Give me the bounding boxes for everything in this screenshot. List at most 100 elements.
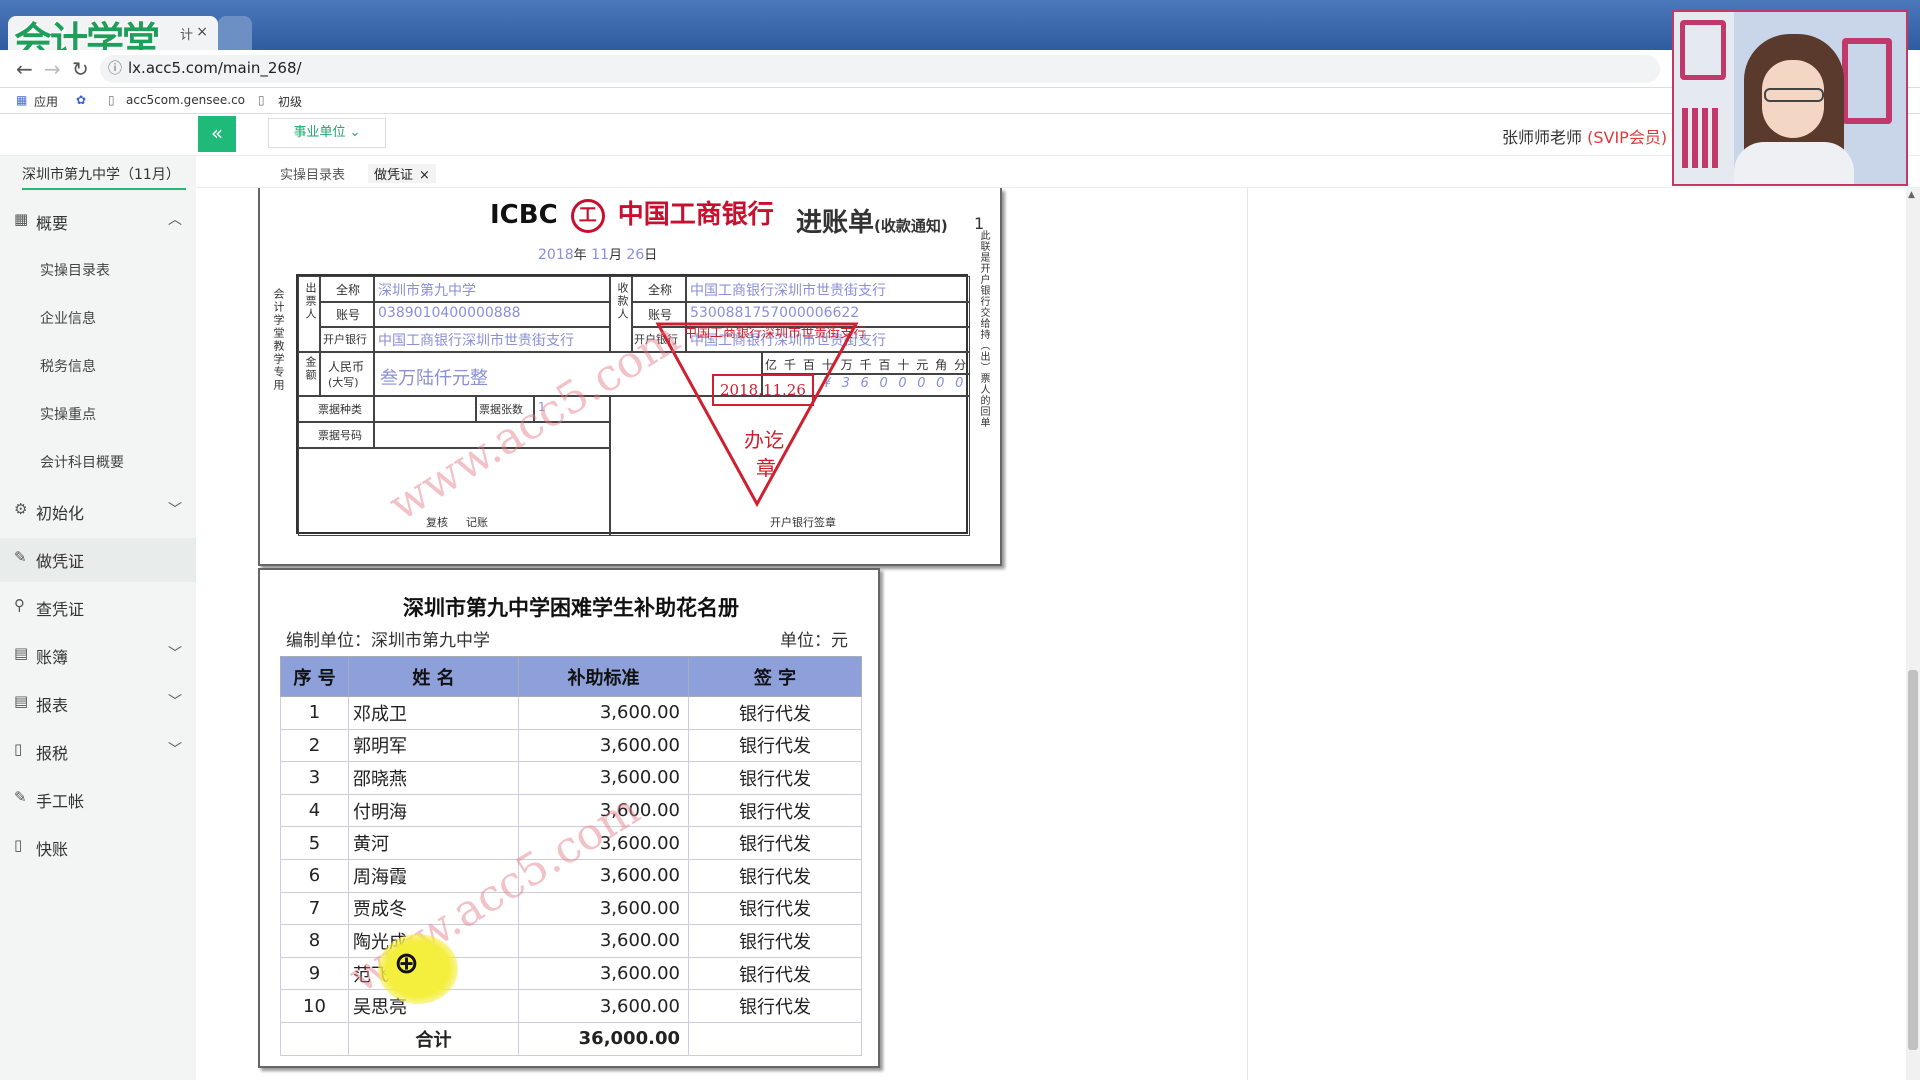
- row-no: 4: [280, 793, 349, 828]
- chevron-down-icon: ﹀: [168, 502, 182, 518]
- content-tabs: 实操目录表 做凭证 ×: [196, 156, 1920, 188]
- school-name[interactable]: 深圳市第九中学（11月）: [22, 164, 180, 184]
- table-total-row: 合计 36,000.00: [280, 1021, 862, 1056]
- record-label: 记账: [466, 516, 488, 529]
- back-icon[interactable]: ←: [16, 57, 33, 81]
- bookmark-chuji[interactable]: 初级: [278, 93, 302, 110]
- gear-icon: ⚙: [14, 500, 28, 518]
- sidebar-sub-item[interactable]: 税务信息: [40, 356, 96, 376]
- row-sign: 银行代发: [688, 924, 862, 958]
- digit-value: 0: [917, 376, 926, 391]
- row-no: 7: [280, 891, 349, 926]
- date-month: 11: [591, 247, 609, 263]
- date-day-unit: 日: [644, 248, 658, 263]
- unit-type-select[interactable]: 事业单位 ⌄: [268, 118, 386, 148]
- value-cell: [374, 396, 476, 422]
- sidebar-item-label: 手工帐: [36, 792, 85, 811]
- total-value: 36,000.00: [518, 1021, 689, 1056]
- scrollbar-thumb[interactable]: [1908, 670, 1918, 1050]
- sidebar-sub-item[interactable]: 实操重点: [40, 404, 96, 424]
- total-blank: [280, 1021, 349, 1056]
- webcam-decor: [1682, 108, 1722, 168]
- row-no: 8: [280, 924, 349, 958]
- rmb-sub-label: (大写): [328, 376, 359, 389]
- row-standard: 3,600.00: [518, 924, 689, 958]
- row-sign: 银行代发: [688, 989, 862, 1023]
- bank-seal-label: 开户银行签章: [770, 516, 836, 529]
- user-name: 张师师老师: [1502, 128, 1583, 147]
- sidebar-item-label: 报税: [36, 744, 69, 763]
- sidebar-sub-item[interactable]: 会计科目概要: [40, 452, 124, 472]
- sidebar-item-manual[interactable]: ✎ 手工帐: [0, 778, 196, 822]
- right-vertical-note: 此联是开户银行交给持（出）票人的回单: [978, 230, 989, 428]
- sidebar-item-reports[interactable]: ▤ 报表 ﹀: [0, 682, 196, 726]
- roster-org: 编制单位：深圳市第九中学: [286, 631, 490, 651]
- amount-label: 金额: [304, 356, 317, 382]
- bank-header: ICBC 工 中国工商银行: [490, 194, 774, 233]
- sidebar-sub-item[interactable]: 实操目录表: [40, 260, 110, 280]
- sidebar-sub-item[interactable]: 企业信息: [40, 308, 96, 328]
- pen-icon: ✎: [14, 548, 27, 566]
- tab-fragment: 计: [180, 28, 194, 43]
- book-icon: ▤: [14, 644, 29, 662]
- sidebar-item-make-voucher[interactable]: ✎ 做凭证: [0, 538, 196, 582]
- row-sign: 银行代发: [688, 793, 862, 828]
- forward-icon[interactable]: →: [44, 57, 61, 81]
- url-field[interactable]: ⓘ lx.acc5.com/main_268/: [100, 55, 1660, 83]
- webcam-decor: [1680, 20, 1726, 80]
- baidu-paw-icon[interactable]: ✿: [76, 93, 86, 107]
- webcam-overlay: [1672, 10, 1908, 186]
- col-header-no: 序 号: [280, 656, 349, 697]
- file-icon: ▯: [14, 740, 23, 758]
- close-icon[interactable]: ×: [419, 168, 430, 183]
- collapse-sidebar-button[interactable]: «: [198, 116, 236, 152]
- sidebar-item-tax[interactable]: ▯ 报税 ﹀: [0, 730, 196, 774]
- sidebar-item-quick[interactable]: ▯ 快账: [0, 826, 196, 870]
- icbc-logo-icon: 工: [570, 198, 605, 233]
- digit-value: 0: [936, 376, 945, 391]
- roster-title: 深圳市第九中学困难学生补助花名册: [403, 596, 739, 620]
- search-icon: ⚲: [14, 596, 25, 614]
- digit-header: 十: [897, 358, 910, 372]
- address-bar: ← → ↻ ⓘ lx.acc5.com/main_268/: [0, 50, 1920, 88]
- bookmarks-bar: ▦ 应用 ✿ ▯ acc5com.gensee.co ▯ 初级: [0, 88, 1920, 114]
- sidebar: 深圳市第九中学（11月） ▦ 概要 ︿ 实操目录表 企业信息 税务信息 实操重点…: [0, 156, 196, 1080]
- scrollbar[interactable]: ▲: [1906, 188, 1920, 1080]
- user-info[interactable]: 张师师老师 (SVIP会员): [1502, 124, 1667, 148]
- new-tab-button[interactable]: [218, 16, 252, 50]
- presenter-body: [1734, 142, 1854, 184]
- scroll-up-icon[interactable]: ▲: [1908, 190, 1915, 200]
- row-no: 6: [280, 858, 349, 893]
- slip-title-main: 进账单: [796, 208, 875, 238]
- report-icon: ▤: [14, 692, 29, 710]
- tab-practice-catalog[interactable]: 实操目录表: [280, 164, 345, 183]
- row-standard: 3,600.00: [518, 761, 689, 795]
- zoom-in-cursor-icon: ⊕: [394, 946, 420, 981]
- row-standard: 3,600.00: [518, 728, 689, 763]
- tab-make-voucher[interactable]: 做凭证 ×: [368, 164, 436, 183]
- col-header-sign: 签 字: [688, 656, 862, 697]
- sidebar-item-init[interactable]: ⚙ 初始化 ﹀: [0, 490, 196, 534]
- bank-name: 中国工商银行: [617, 200, 774, 230]
- amount-words: 叁万陆仟元整: [380, 368, 488, 389]
- row-no: 5: [280, 826, 349, 860]
- bookmark-gensee[interactable]: acc5com.gensee.co: [126, 93, 245, 107]
- row-standard: 3,600.00: [518, 891, 689, 926]
- info-icon[interactable]: ⓘ: [108, 58, 122, 78]
- total-label: 合计: [348, 1021, 519, 1056]
- row-sign: 银行代发: [688, 728, 862, 763]
- apps-grid-icon: ▦: [16, 93, 28, 107]
- sidebar-item-ledger[interactable]: ▤ 账簿 ﹀: [0, 634, 196, 678]
- row-no: 2: [280, 728, 349, 763]
- tab-close-icon[interactable]: ×: [196, 24, 208, 40]
- bookmark-apps[interactable]: 应用: [34, 93, 58, 110]
- sidebar-item-overview[interactable]: ▦ 概要 ︿: [0, 200, 196, 244]
- row-sign: 银行代发: [688, 858, 862, 893]
- row-name: 邵晓燕: [348, 761, 519, 795]
- row-name: 付明海: [348, 793, 519, 828]
- row-name: 邓成卫: [348, 696, 519, 730]
- row-no: 10: [280, 989, 349, 1023]
- col-header-name: 姓 名: [348, 656, 519, 697]
- sidebar-item-query-voucher[interactable]: ⚲ 查凭证: [0, 586, 196, 630]
- reload-icon[interactable]: ↻: [72, 57, 89, 81]
